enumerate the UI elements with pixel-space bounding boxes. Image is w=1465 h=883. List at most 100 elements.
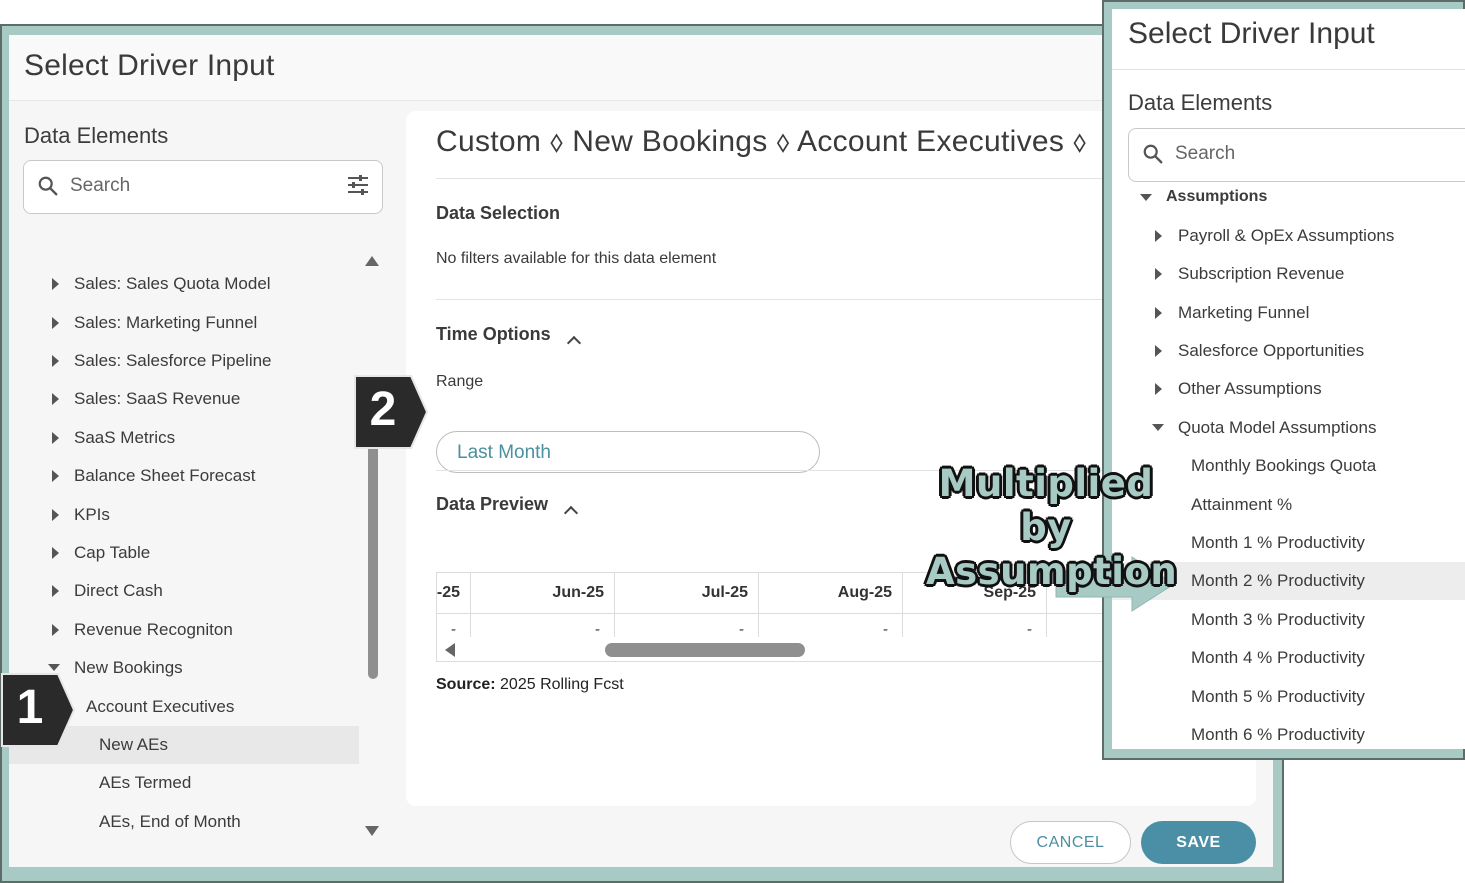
time-options-title[interactable]: Time Options	[436, 324, 551, 345]
save-button[interactable]: SAVE	[1141, 821, 1256, 864]
caret-right-icon[interactable]	[1155, 383, 1162, 395]
search-placeholder: Search	[1175, 143, 1236, 164]
table-cell: -	[739, 621, 744, 638]
caret-right-icon[interactable]	[52, 432, 59, 444]
tree-item-label: Direct Cash	[74, 581, 163, 600]
search-input[interactable]: Search	[1128, 128, 1465, 182]
source-line: Source: 2025 Rolling Fcst	[436, 676, 624, 694]
tree-item-label: Sales: Salesforce Pipeline	[74, 351, 272, 370]
tree-item-label: AEs Termed	[99, 773, 192, 792]
table-column: Jul-25 -	[615, 573, 759, 638]
tree-item[interactable]: Revenue Recogniton	[9, 611, 359, 649]
tree-item-label: New AEs	[99, 735, 168, 754]
tree-item[interactable]: AEs Termed	[9, 764, 359, 802]
caret-right-icon[interactable]	[1155, 307, 1162, 319]
tree-item[interactable]: AEs, End of Month	[9, 803, 359, 841]
caret-down-icon[interactable]	[1140, 194, 1152, 201]
tree-item[interactable]: Marketing Funnel	[1112, 294, 1465, 332]
tree-item-label: Month 2 % Productivity	[1191, 571, 1365, 590]
tree-item[interactable]: Subscription Revenue	[1112, 255, 1465, 293]
tree-item-label: Subscription Revenue	[1178, 264, 1345, 283]
tree-item[interactable]: Direct Cash	[9, 572, 359, 610]
caret-right-icon[interactable]	[52, 509, 59, 521]
tree-item[interactable]: SaaS Metrics	[9, 419, 359, 457]
tree-item[interactable]: Month 5 % Productivity	[1112, 678, 1465, 716]
table-cell: -	[595, 621, 600, 638]
main-dialog-header: Select Driver Input	[9, 35, 1273, 101]
data-selection-title: Data Selection	[436, 203, 561, 223]
filter-settings-icon[interactable]	[346, 173, 370, 197]
scroll-up-arrow-icon[interactable]	[365, 256, 379, 266]
breadcrumb: Custom ⬨ New Bookings ⬨ Account Executiv…	[436, 125, 1087, 158]
tree-item-label: AEs, End of Month	[99, 812, 241, 831]
tree-item[interactable]: Sales: Salesforce Pipeline	[9, 342, 359, 380]
search-placeholder: Search	[70, 175, 131, 196]
source-label: Source:	[436, 676, 496, 693]
tree-item-label: Attainment %	[1191, 495, 1293, 514]
tree-item-label: Quota Model Assumptions	[1178, 418, 1377, 437]
no-filters-message: No filters available for this data eleme…	[436, 250, 717, 267]
data-elements-title: Data Elements	[24, 123, 169, 148]
tree-item-label: Other Assumptions	[1178, 379, 1322, 398]
stage: Select Driver Input Data Elements Search…	[0, 0, 1465, 883]
scroll-down-arrow-icon[interactable]	[365, 826, 379, 836]
caret-right-icon[interactable]	[1155, 345, 1162, 357]
tree-item[interactable]: Balance Sheet Forecast	[9, 457, 359, 495]
caret-right-icon[interactable]	[52, 317, 59, 329]
scroll-left-arrow-icon[interactable]	[445, 643, 455, 657]
horizontal-scrollbar-thumb[interactable]	[605, 643, 805, 657]
caret-right-icon[interactable]	[52, 355, 59, 367]
tree-item[interactable]: Sales: Sales Quota Model	[9, 265, 359, 303]
tree-item-label: Account Executives	[86, 697, 235, 716]
tree-item[interactable]: Assumptions	[1112, 179, 1465, 217]
tree-item[interactable]: Payroll & OpEx Assumptions	[1112, 217, 1465, 255]
tree-item[interactable]: KPIs	[9, 496, 359, 534]
tree-item-label: Marketing Funnel	[1178, 303, 1310, 322]
caret-right-icon[interactable]	[52, 624, 59, 636]
callout-badge-2: 2	[353, 374, 429, 449]
annotation-text: Multiplied by Assumption	[926, 462, 1178, 594]
side-dialog: Select Driver Input Data Elements Search…	[1112, 9, 1465, 749]
data-preview-title[interactable]: Data Preview	[436, 494, 548, 515]
table-cell: -	[883, 621, 888, 638]
annotation-line-2: Assumption	[926, 550, 1178, 593]
tree-item[interactable]: Quota Model Assumptions	[1112, 409, 1465, 447]
range-value: Last Month	[457, 442, 551, 463]
table-cell: -	[1027, 621, 1032, 638]
tree-item-label: Balance Sheet Forecast	[74, 466, 256, 485]
tree-item[interactable]: Month 6 % Productivity	[1112, 716, 1465, 749]
caret-down-icon[interactable]	[48, 664, 60, 671]
caret-right-icon[interactable]	[52, 393, 59, 405]
column-header: -25	[436, 584, 460, 601]
cancel-button[interactable]: CANCEL	[1010, 821, 1131, 864]
tree-item[interactable]: Sales: SaaS Revenue	[9, 380, 359, 418]
caret-right-icon[interactable]	[52, 278, 59, 290]
tree-item[interactable]: Month 4 % Productivity	[1112, 639, 1465, 677]
tree-item[interactable]: Sales: Marketing Funnel	[9, 304, 359, 342]
tree-item-label: Sales: SaaS Revenue	[74, 389, 241, 408]
tree-item-label: New Bookings	[74, 658, 183, 677]
range-label: Range	[436, 373, 484, 390]
annotation-line-1: Multiplied by	[938, 462, 1154, 549]
tree-item-label: Revenue Recogniton	[74, 620, 233, 639]
callout-badge-1: 1	[0, 672, 76, 747]
divider	[1112, 69, 1465, 70]
caret-down-icon[interactable]	[1152, 424, 1164, 431]
search-input[interactable]: Search	[23, 160, 383, 214]
caret-right-icon[interactable]	[1155, 230, 1162, 242]
data-elements-title: Data Elements	[1128, 90, 1273, 115]
caret-right-icon[interactable]	[1155, 268, 1162, 280]
column-header: Jul-25	[701, 584, 748, 601]
caret-right-icon[interactable]	[52, 585, 59, 597]
tree-item[interactable]: Cap Table	[9, 534, 359, 572]
chevron-up-icon[interactable]	[563, 505, 579, 521]
tree-item-label: Month 1 % Productivity	[1191, 533, 1365, 552]
tree-item[interactable]: Other Assumptions	[1112, 370, 1465, 408]
tree-item-label: Sales: Sales Quota Model	[74, 274, 271, 293]
range-select[interactable]: Last Month	[436, 431, 820, 473]
chevron-up-icon[interactable]	[566, 335, 582, 351]
tree-item-label: Salesforce Opportunities	[1178, 341, 1365, 360]
caret-right-icon[interactable]	[52, 547, 59, 559]
tree-item[interactable]: Salesforce Opportunities	[1112, 332, 1465, 370]
caret-right-icon[interactable]	[52, 470, 59, 482]
